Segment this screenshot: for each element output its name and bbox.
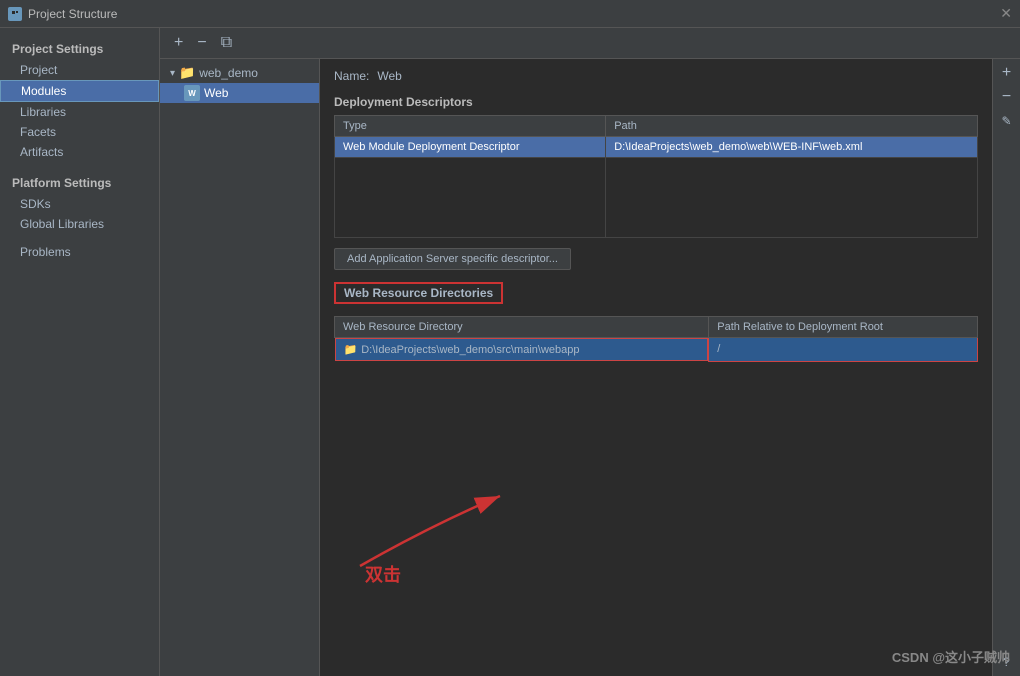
right-sidebar: + − ✎ ?	[992, 59, 1020, 676]
page-wrapper: Project Structure ✕ Project Settings Pro…	[0, 0, 1020, 676]
name-row: Name: Web	[334, 69, 978, 83]
sidebar-item-libraries[interactable]: Libraries	[0, 102, 159, 122]
web-resource-path: /	[709, 338, 978, 362]
main-layout: Project Settings Project Modules Librari…	[0, 28, 1020, 676]
toolbar: + − ⧉	[160, 28, 1020, 59]
table-row[interactable]: Web Module Deployment Descriptor D:\Idea…	[335, 137, 978, 158]
sidebar-item-global-libraries[interactable]: Global Libraries	[0, 214, 159, 234]
web-resource-row[interactable]: 📁 D:\IdeaProjects\web_demo\src\main\weba…	[335, 338, 978, 362]
platform-settings-label: Platform Settings	[0, 170, 159, 194]
divider	[0, 162, 159, 170]
right-remove-button[interactable]: −	[997, 87, 1017, 107]
sidebar-item-project[interactable]: Project	[0, 60, 159, 80]
descriptor-path: D:\IdeaProjects\web_demo\web\WEB-INF\web…	[606, 137, 978, 158]
sidebar-item-sdks[interactable]: SDKs	[0, 194, 159, 214]
module-icon: W	[184, 85, 200, 101]
remove-button[interactable]: −	[193, 34, 210, 52]
project-tree: ▾ 📁 web_demo W Web	[160, 59, 320, 676]
sidebar-item-problems[interactable]: Problems	[0, 242, 159, 262]
triangle-icon: ▾	[170, 68, 175, 79]
title-bar-left: Project Structure	[8, 7, 117, 21]
sidebar-item-modules[interactable]: Modules	[0, 80, 159, 102]
web-resource-section: Web Resource Directories	[334, 282, 978, 310]
module-name-label: Web	[204, 86, 228, 100]
project-name-label: web_demo	[199, 66, 258, 80]
add-button[interactable]: +	[170, 34, 187, 52]
type-column-header: Type	[335, 116, 606, 137]
watermark: CSDN @这小子贼帅	[892, 647, 1010, 666]
name-label: Name:	[334, 69, 369, 83]
right-add-button[interactable]: +	[997, 63, 1017, 83]
sidebar: Project Settings Project Modules Librari…	[0, 28, 160, 676]
web-resource-section-label: Web Resource Directories	[334, 282, 503, 304]
app-icon	[8, 7, 22, 21]
close-button[interactable]: ✕	[1000, 5, 1012, 22]
name-value: Web	[377, 69, 401, 83]
title-bar: Project Structure ✕	[0, 0, 1020, 28]
sidebar-item-artifacts[interactable]: Artifacts	[0, 142, 159, 162]
divider2	[0, 234, 159, 242]
web-dir-column-header: Web Resource Directory	[335, 317, 709, 338]
web-resource-table: Web Resource Directory Path Relative to …	[334, 316, 978, 362]
settings-panel: Name: Web Deployment Descriptors Type Pa…	[320, 59, 992, 676]
tree-module-item[interactable]: W Web	[160, 83, 319, 103]
deployment-descriptors-table: Type Path Web Module Deployment Descript…	[334, 115, 978, 238]
deployment-descriptors-header: Deployment Descriptors	[334, 95, 978, 109]
project-settings-label: Project Settings	[0, 36, 159, 60]
empty-row	[335, 158, 978, 238]
tree-project-item[interactable]: ▾ 📁 web_demo	[160, 63, 319, 83]
window-title: Project Structure	[28, 7, 117, 21]
web-path-column-header: Path Relative to Deployment Root	[709, 317, 978, 338]
web-resource-directory: 📁 D:\IdeaProjects\web_demo\src\main\weba…	[335, 338, 709, 361]
right-panel: Name: Web Deployment Descriptors Type Pa…	[320, 59, 1020, 676]
path-column-header: Path	[606, 116, 978, 137]
sidebar-item-facets[interactable]: Facets	[0, 122, 159, 142]
folder-icon: 📁	[179, 65, 195, 81]
small-folder-icon: 📁	[344, 343, 358, 356]
descriptor-type: Web Module Deployment Descriptor	[335, 137, 606, 158]
copy-button[interactable]: ⧉	[217, 34, 236, 52]
add-descriptor-button[interactable]: Add Application Server specific descript…	[334, 248, 571, 270]
right-edit-button[interactable]: ✎	[997, 111, 1017, 131]
tree-settings-layout: ▾ 📁 web_demo W Web Name:	[160, 59, 1020, 676]
content-area: + − ⧉ ▾ 📁 web_demo W Web	[160, 28, 1020, 676]
